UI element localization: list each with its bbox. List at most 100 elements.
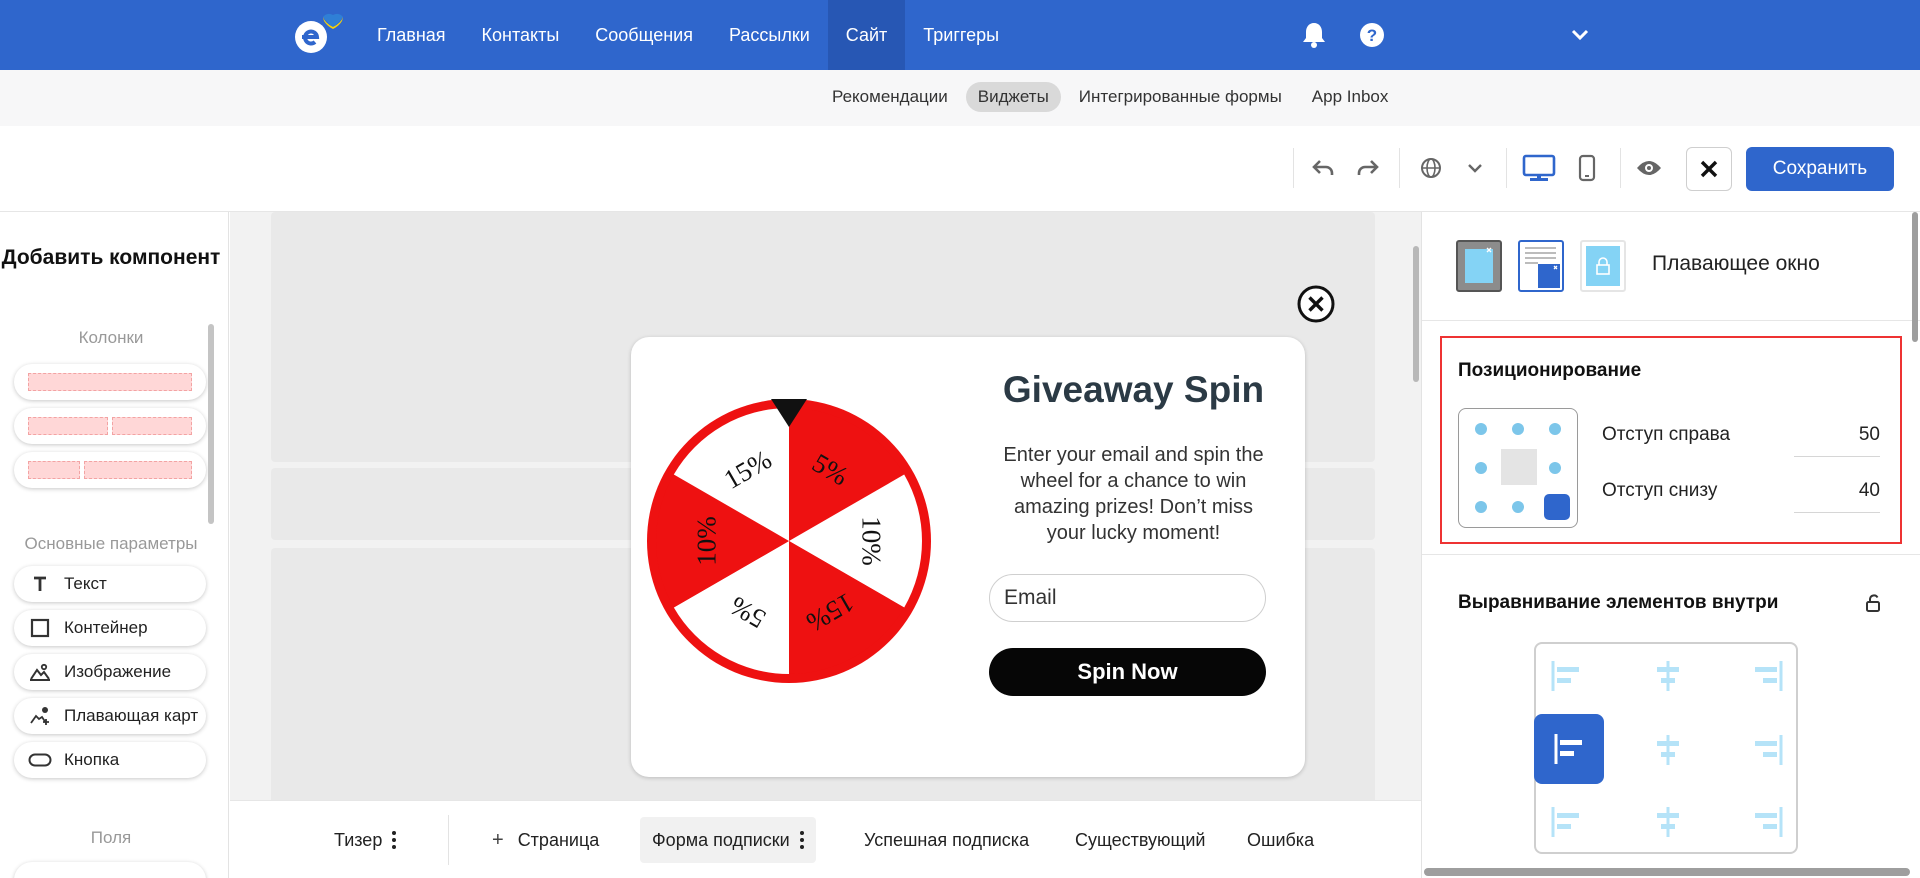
anchor-bottom-left[interactable]	[1475, 501, 1487, 513]
panel-scrollbar[interactable]	[208, 324, 214, 524]
tab-label: Тизер	[334, 829, 383, 850]
tab-teaser[interactable]: Тизер	[334, 817, 397, 863]
image-icon	[28, 661, 52, 683]
nav-item-site[interactable]: Сайт	[827, 0, 906, 70]
svg-text:?: ?	[1367, 26, 1377, 45]
subnav-item-integrated-forms[interactable]: Интегрированные формы	[1067, 82, 1294, 112]
anchor-middle-left[interactable]	[1475, 462, 1487, 474]
add-button-component[interactable]: Кнопка	[14, 742, 206, 778]
email-field[interactable]: Email	[989, 574, 1266, 622]
toolbar-divider	[1620, 148, 1621, 188]
anchor-top-left[interactable]	[1475, 423, 1487, 435]
sub-navigation-bar: Рекомендации Виджеты Интегрированные фор…	[0, 70, 1920, 126]
anchor-bottom-right-selected[interactable]	[1544, 494, 1570, 520]
nav-item-mailings[interactable]: Рассылки	[711, 0, 828, 70]
nav-item-triggers[interactable]: Триггеры	[905, 0, 1017, 70]
basic-params-section-label: Основные параметры	[24, 534, 198, 553]
column-placeholder	[112, 417, 192, 435]
anchor-bottom-center[interactable]	[1512, 501, 1524, 513]
nav-item-home[interactable]: Главная	[359, 0, 464, 70]
component-label: Плавающая карт	[64, 706, 199, 725]
prize-wheel[interactable]: 5%10%15%5%10%15%	[641, 393, 937, 689]
bottom-offset-label: Отступ снизу	[1602, 480, 1718, 501]
more-options-icon[interactable]	[799, 831, 804, 849]
panel-title: Добавить компонент	[1, 246, 221, 269]
component-label: Текст	[64, 574, 107, 593]
mobile-icon[interactable]	[1569, 150, 1605, 186]
align-middle-center[interactable]	[1650, 732, 1686, 768]
toolbar-divider	[1506, 148, 1507, 188]
popup-type-label: Плавающее окно	[1652, 252, 1820, 275]
popup-close-icon[interactable]	[1297, 285, 1335, 323]
panel-divider	[1422, 554, 1920, 555]
save-button[interactable]: Сохранить	[1746, 147, 1894, 191]
popup-title[interactable]: Giveaway Spin	[981, 369, 1286, 411]
unlock-icon[interactable]	[1862, 592, 1884, 614]
add-floating-card-component[interactable]: Плавающая карт	[14, 698, 206, 734]
help-icon[interactable]: ?	[1355, 18, 1389, 52]
align-middle-right[interactable]	[1748, 732, 1784, 768]
positioning-title: Позиционирование	[1458, 360, 1642, 381]
undo-icon[interactable]	[1305, 150, 1341, 186]
fields-section-label: Поля	[90, 828, 132, 847]
anchor-top-center[interactable]	[1512, 423, 1524, 435]
plus-icon: +	[492, 828, 504, 851]
one-column-layout[interactable]	[14, 364, 206, 400]
tab-subscription-form[interactable]: Форма подписки	[640, 817, 816, 863]
nav-item-messages[interactable]: Сообщения	[577, 0, 711, 70]
logo-icon[interactable]	[290, 12, 350, 58]
asymmetric-column-layout[interactable]	[14, 452, 206, 488]
desktop-icon[interactable]	[1521, 150, 1557, 186]
chevron-down-icon[interactable]	[1563, 18, 1597, 52]
tab-label: Страница	[517, 829, 600, 850]
align-middle-left-selected[interactable]	[1534, 714, 1604, 784]
right-offset-input[interactable]: 50	[1794, 424, 1880, 457]
align-bottom-center[interactable]	[1650, 804, 1686, 840]
alignment-title: Выравнивание элементов внутри	[1458, 592, 1779, 613]
tab-label: Форма подписки	[652, 829, 790, 850]
tabs-divider	[448, 815, 449, 865]
close-editor-button[interactable]	[1686, 147, 1732, 191]
panel-horizontal-scrollbar[interactable]	[1424, 868, 1910, 876]
nav-item-contacts[interactable]: Контакты	[464, 0, 578, 70]
column-placeholder	[28, 417, 108, 435]
subnav-item-app-inbox[interactable]: App Inbox	[1300, 82, 1401, 112]
align-bottom-right[interactable]	[1748, 804, 1784, 840]
align-top-center[interactable]	[1650, 658, 1686, 694]
popup-type-modal-tile[interactable]	[1456, 240, 1502, 292]
globe-icon[interactable]	[1413, 150, 1449, 186]
add-page-button[interactable]: + Страница	[492, 817, 599, 863]
align-top-left[interactable]	[1550, 658, 1586, 694]
add-text-component[interactable]: Текст	[14, 566, 206, 602]
more-options-icon[interactable]	[392, 831, 397, 849]
spin-now-button[interactable]: Spin Now	[989, 648, 1266, 696]
subnav-item-recommendations[interactable]: Рекомендации	[820, 82, 960, 112]
bottom-offset-input[interactable]: 40	[1794, 480, 1880, 513]
redo-icon[interactable]	[1350, 150, 1386, 186]
eye-icon[interactable]	[1631, 150, 1667, 186]
add-container-component[interactable]: Контейнер	[14, 610, 206, 646]
two-column-layout[interactable]	[14, 408, 206, 444]
align-top-right[interactable]	[1748, 658, 1784, 694]
panel-scrollbar[interactable]	[1912, 212, 1918, 342]
bell-icon[interactable]	[1297, 18, 1331, 52]
tab-error[interactable]: Ошибка	[1247, 817, 1314, 863]
wheel-segment-label: 10%	[857, 516, 887, 566]
popup-type-floating-tile[interactable]	[1518, 240, 1564, 292]
columns-section-label: Колонки	[78, 328, 144, 347]
text-icon	[28, 573, 52, 595]
subnav-item-widgets[interactable]: Виджеты	[965, 82, 1061, 112]
popup-type-locked-tile[interactable]	[1580, 240, 1626, 292]
subscription-popup[interactable]: 5% 10% 15% 5% 10% 15% Giveaway Spin Enter you…	[631, 337, 1305, 777]
anchor-middle-right[interactable]	[1549, 462, 1561, 474]
add-image-component[interactable]: Изображение	[14, 654, 206, 690]
canvas-scrollbar[interactable]	[1413, 246, 1419, 382]
tab-existing[interactable]: Существующий	[1075, 817, 1205, 863]
tab-success-subscription[interactable]: Успешная подписка	[864, 817, 1029, 863]
anchor-top-right[interactable]	[1549, 423, 1561, 435]
add-field-component[interactable]	[14, 862, 206, 878]
chevron-down-icon[interactable]	[1457, 150, 1493, 186]
popup-description[interactable]: Enter your email and spin the wheel for …	[996, 442, 1271, 546]
align-bottom-left[interactable]	[1550, 804, 1586, 840]
position-anchor-picker[interactable]	[1458, 408, 1578, 528]
